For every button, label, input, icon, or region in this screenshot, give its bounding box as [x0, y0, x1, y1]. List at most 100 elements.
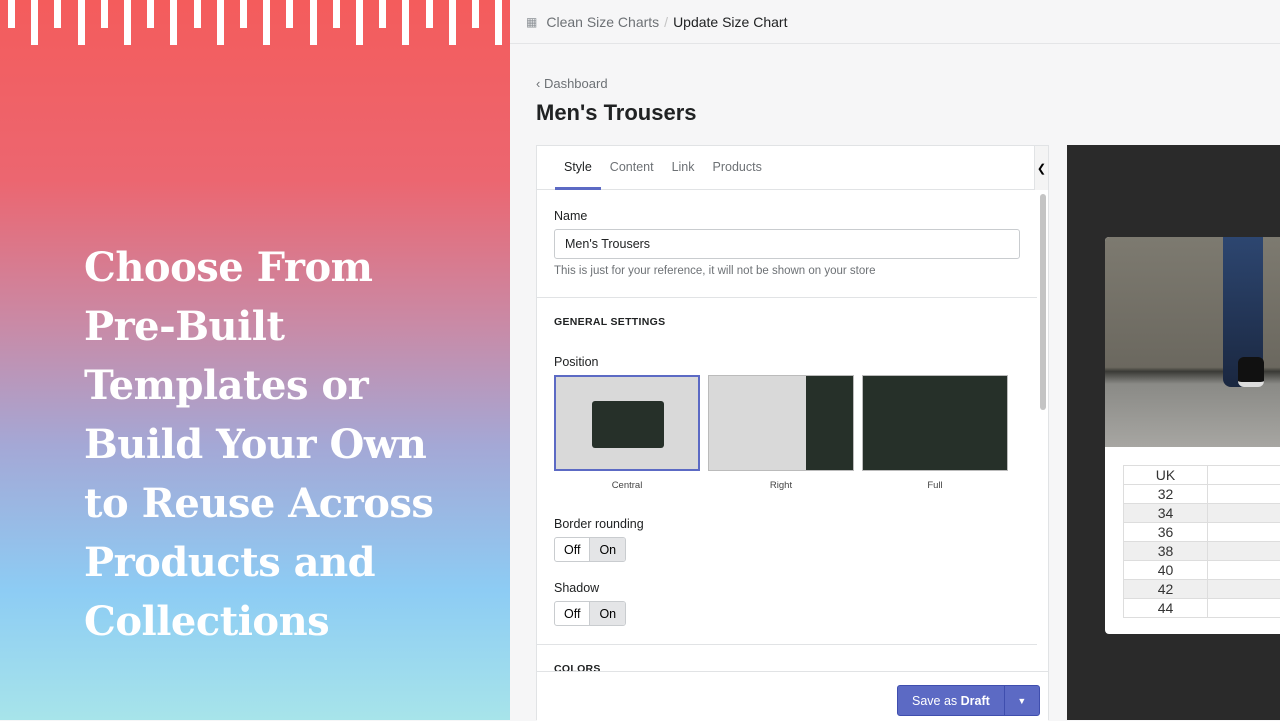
- position-right-option[interactable]: [708, 375, 854, 471]
- chevron-left-icon: ‹: [536, 76, 544, 91]
- page-title: Men's Trousers: [536, 100, 697, 126]
- headline-line: Products and: [84, 533, 504, 592]
- divider: [537, 297, 1037, 298]
- ruler-tick: [31, 0, 38, 45]
- headline-line: Pre-Built: [84, 297, 504, 356]
- tab-link[interactable]: Link: [663, 146, 704, 190]
- border-rounding-toggle: Off On: [554, 537, 626, 562]
- ruler-tick: [78, 0, 85, 45]
- promo-headline: Choose From Pre-Built Templates or Build…: [84, 238, 504, 651]
- size-cell-extra: [1208, 504, 1280, 523]
- size-cell-extra: [1208, 580, 1280, 599]
- ruler-tick: [101, 0, 108, 28]
- size-row: 38: [1124, 542, 1280, 561]
- name-help-text: This is just for your reference, it will…: [554, 265, 876, 277]
- shadow-toggle: Off On: [554, 601, 626, 626]
- tab-bar: Style Content Link Products: [537, 146, 1048, 190]
- ruler-tick: [333, 0, 340, 28]
- position-full-option[interactable]: [862, 375, 1008, 471]
- headline-line: to Reuse Across: [84, 474, 504, 533]
- tab-content[interactable]: Content: [601, 146, 663, 190]
- shadow-on-button[interactable]: On: [589, 602, 625, 625]
- tab-products[interactable]: Products: [704, 146, 771, 190]
- ruler-tick: [124, 0, 131, 45]
- divider: [537, 644, 1037, 645]
- size-row: 40: [1124, 561, 1280, 580]
- save-bold: Draft: [961, 694, 990, 708]
- headline-line: Collections: [84, 592, 504, 651]
- position-central-option[interactable]: [554, 375, 700, 471]
- size-cell: 42: [1124, 580, 1208, 599]
- ruler-tick: [402, 0, 409, 45]
- size-cell: 40: [1124, 561, 1208, 580]
- size-cell-extra: [1208, 561, 1280, 580]
- app-window: ▦ Clean Size Charts / Update Size Chart …: [510, 0, 1280, 720]
- size-row: 44: [1124, 599, 1280, 618]
- size-cell: 32: [1124, 485, 1208, 504]
- general-settings-heading: GENERAL SETTINGS: [554, 316, 665, 328]
- headline-line: Build Your Own: [84, 415, 504, 474]
- tab-style[interactable]: Style: [555, 146, 601, 190]
- ruler-tick: [217, 0, 224, 45]
- ruler-tick: [379, 0, 386, 28]
- size-table: UK 32343638404244: [1123, 465, 1280, 618]
- back-link-label: Dashboard: [544, 76, 608, 91]
- position-label-full: Full: [862, 480, 1008, 491]
- size-cell: 34: [1124, 504, 1208, 523]
- size-row: 42: [1124, 580, 1280, 599]
- position-label-central: Central: [554, 480, 700, 491]
- back-link[interactable]: ‹ Dashboard: [536, 76, 608, 91]
- ruler-tick: [263, 0, 270, 45]
- headline-line: Templates or: [84, 356, 504, 415]
- breadcrumb-current: Update Size Chart: [673, 14, 787, 30]
- scrollbar[interactable]: [1040, 194, 1046, 410]
- shadow-off-button[interactable]: Off: [555, 602, 589, 625]
- caret-down-icon: ▼: [1017, 696, 1026, 706]
- save-button-group: Save as Draft ▼: [897, 685, 1040, 716]
- size-row: 36: [1124, 523, 1280, 542]
- settings-panel: Style Content Link Products ❮ Name Men's…: [536, 145, 1049, 720]
- breadcrumb: ▦ Clean Size Charts / Update Size Chart: [510, 0, 1280, 44]
- breadcrumb-separator: /: [664, 14, 668, 30]
- shadow-label: Shadow: [554, 581, 599, 595]
- preview-card: UK 32343638404244: [1105, 237, 1280, 634]
- ruler-tick: [194, 0, 201, 28]
- chevron-left-icon: ❮: [1037, 162, 1046, 175]
- save-options-button[interactable]: ▼: [1004, 686, 1039, 715]
- ruler-tick: [8, 0, 15, 28]
- ruler-tick: [472, 0, 479, 28]
- position-label: Position: [554, 355, 598, 369]
- size-cell: 38: [1124, 542, 1208, 561]
- border-off-button[interactable]: Off: [555, 538, 589, 561]
- border-on-button[interactable]: On: [589, 538, 625, 561]
- ruler-tick: [495, 0, 502, 45]
- breadcrumb-app[interactable]: Clean Size Charts: [546, 14, 659, 30]
- size-cell-extra: [1208, 599, 1280, 618]
- size-chart-preview: UK 32343638404244: [1067, 145, 1280, 720]
- size-table-header-extra: [1208, 466, 1280, 485]
- save-as-draft-button[interactable]: Save as Draft: [898, 686, 1004, 715]
- name-input[interactable]: Men's Trousers: [554, 229, 1020, 259]
- size-cell-extra: [1208, 485, 1280, 504]
- collapse-panel-button[interactable]: ❮: [1034, 146, 1048, 190]
- save-prefix: Save as: [912, 694, 961, 708]
- apps-icon[interactable]: ▦: [526, 15, 537, 29]
- size-table-header: UK: [1124, 466, 1208, 485]
- size-cell-extra: [1208, 523, 1280, 542]
- ruler-tick: [426, 0, 433, 28]
- position-label-right: Right: [708, 480, 854, 491]
- size-cell: 44: [1124, 599, 1208, 618]
- ruler-tick: [310, 0, 317, 45]
- ruler-tick: [170, 0, 177, 45]
- ruler-tick: [240, 0, 247, 28]
- panel-footer: Save as Draft ▼: [537, 671, 1048, 721]
- ruler-tick: [356, 0, 363, 45]
- promo-panel: Choose From Pre-Built Templates or Build…: [0, 0, 510, 720]
- name-label: Name: [554, 209, 587, 223]
- size-row: 34: [1124, 504, 1280, 523]
- border-rounding-label: Border rounding: [554, 517, 644, 531]
- size-cell: 36: [1124, 523, 1208, 542]
- size-cell-extra: [1208, 542, 1280, 561]
- ruler-tick: [449, 0, 456, 45]
- headline-line: Choose From: [84, 238, 504, 297]
